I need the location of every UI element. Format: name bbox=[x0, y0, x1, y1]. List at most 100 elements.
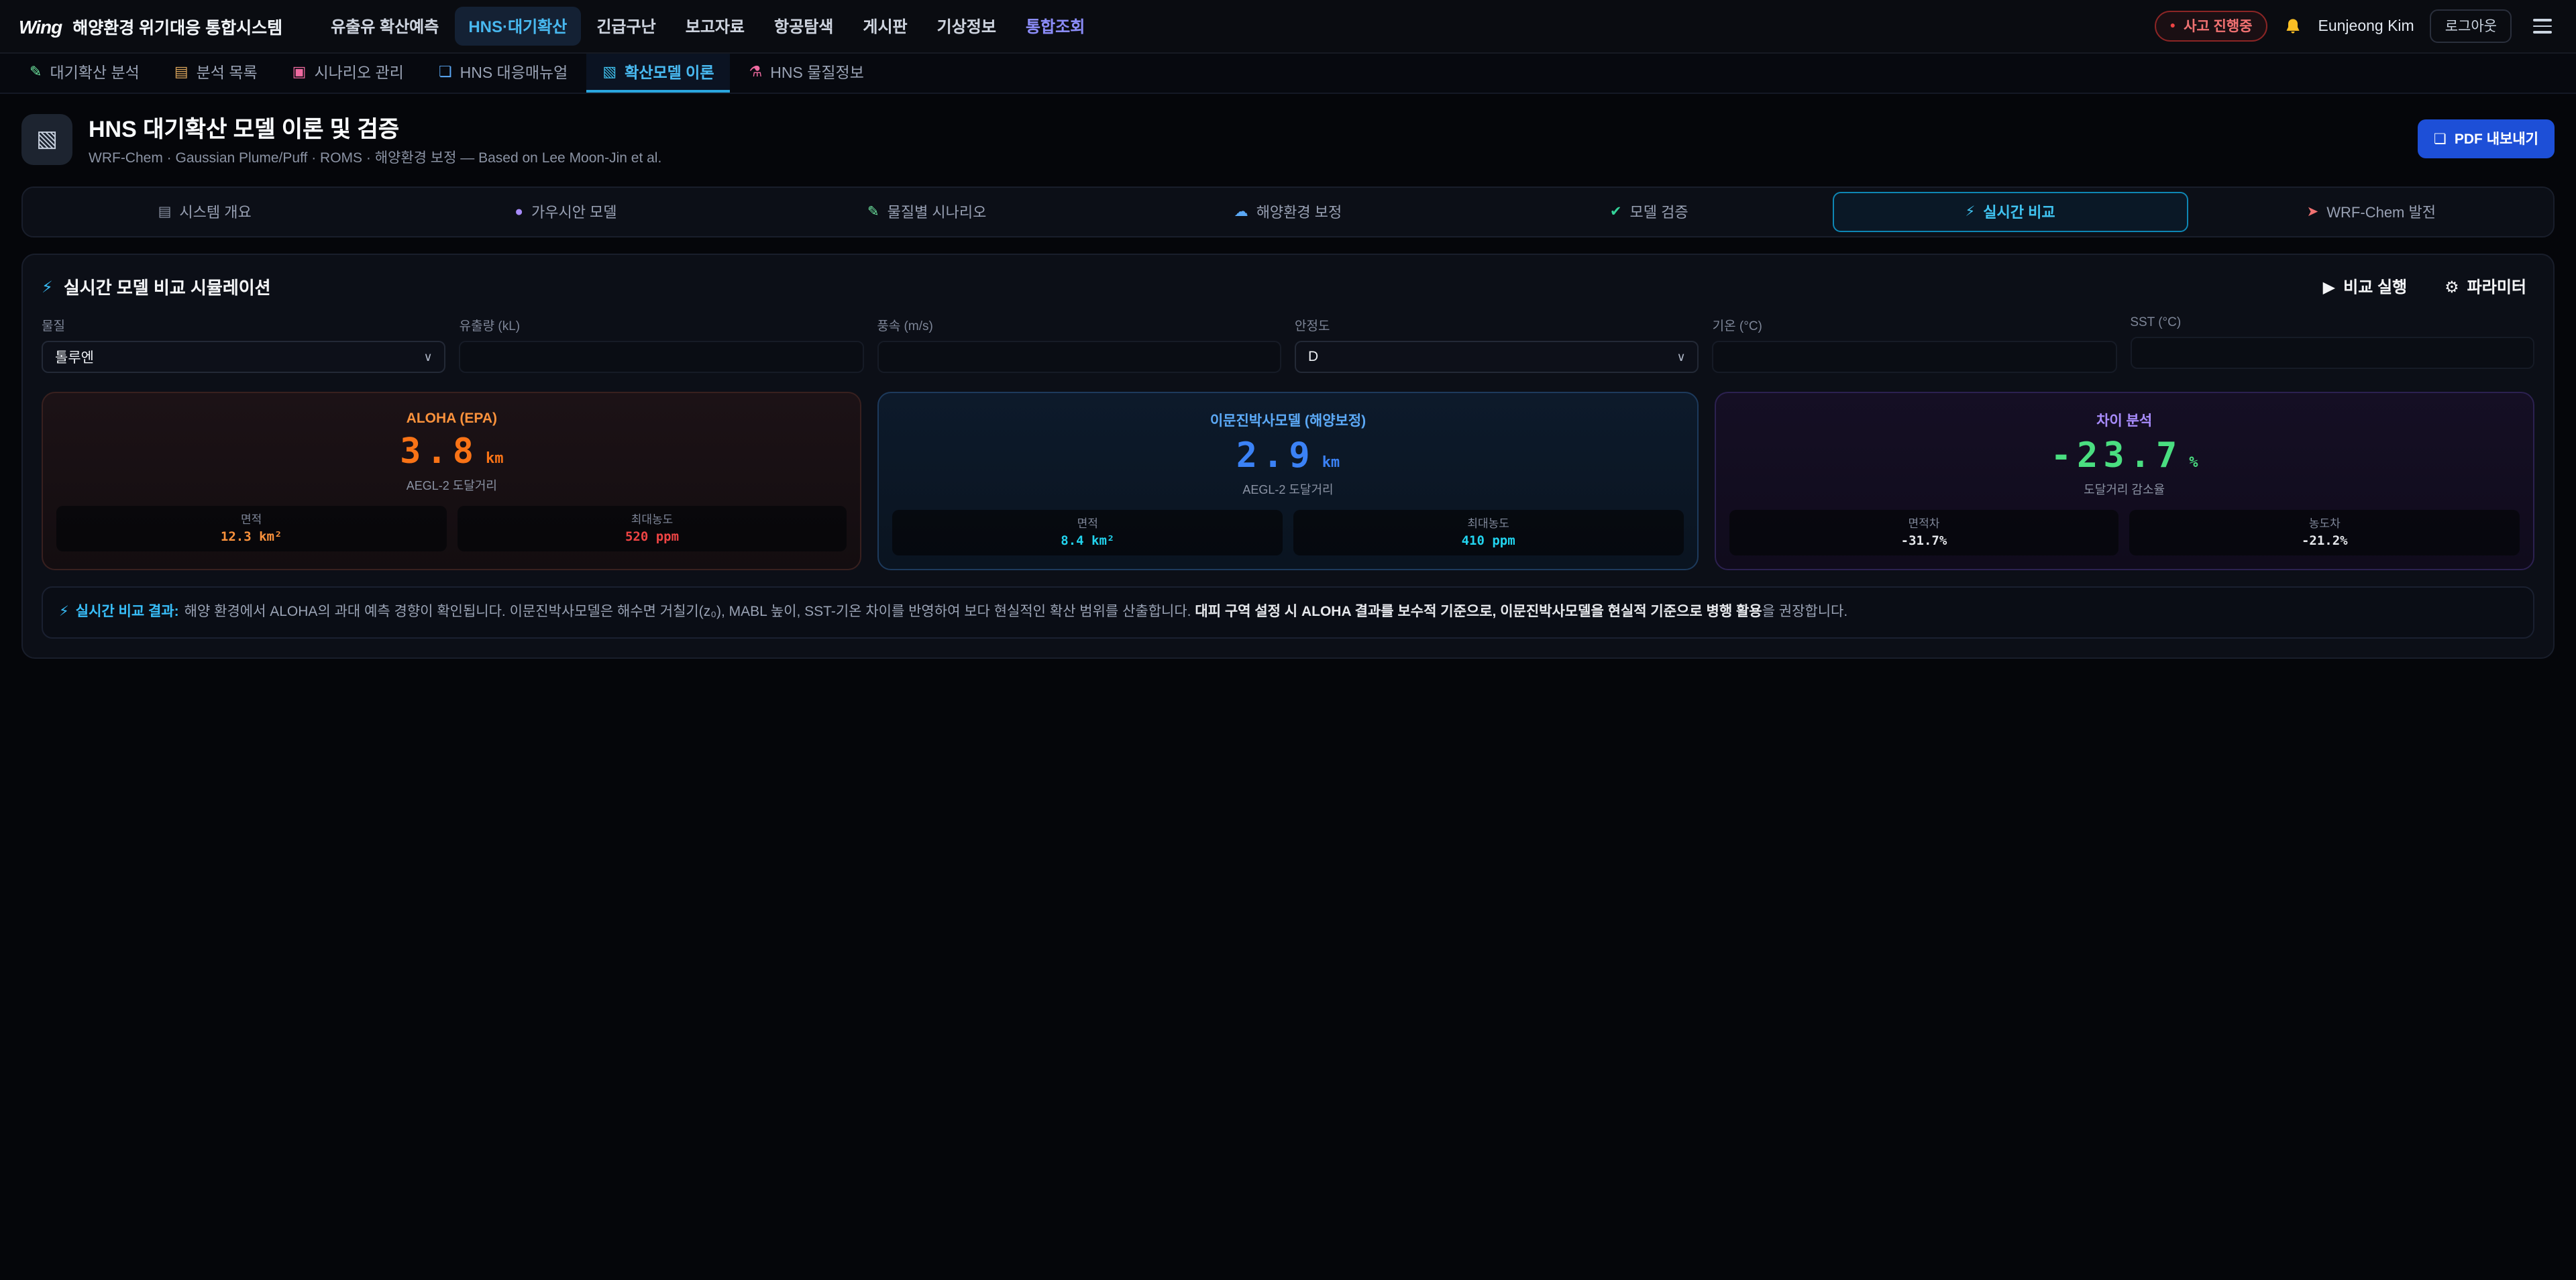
stat-max-concentration: 최대농도 520 ppm bbox=[457, 506, 847, 551]
page-chart-icon: ▧ bbox=[21, 113, 72, 164]
selected-value: D bbox=[1308, 349, 1318, 365]
card-unit: % bbox=[2189, 454, 2198, 471]
parameters-button[interactable]: ⚙ 파라미터 bbox=[2436, 274, 2534, 299]
note-body: 해양 환경에서 ALOHA의 과대 예측 경향이 확인됩니다. 이문진박사모델은… bbox=[184, 604, 1195, 620]
pencil-icon: ✎ bbox=[867, 204, 879, 220]
document-icon: ▤ bbox=[174, 63, 189, 81]
difference-analysis-card: 차이 분석 -23.7 % 도달거리 감소율 면적차 -31.7% 농도차 -2… bbox=[1714, 392, 2534, 570]
pdf-label: PDF 내보내기 bbox=[2455, 129, 2538, 149]
nav-item-hns-atmos[interactable]: HNS·대기확산 bbox=[455, 7, 580, 46]
tab-label: 실시간 비교 bbox=[1983, 201, 2055, 223]
field-stability: 안정도 D ∨ bbox=[1295, 315, 1699, 373]
tab-label: 모델 검증 bbox=[1630, 201, 1688, 223]
wind-speed-input[interactable] bbox=[877, 341, 1281, 373]
tab-label: 물질별 시나리오 bbox=[888, 201, 987, 223]
stat-label: 면적 bbox=[896, 515, 1280, 531]
logout-button[interactable]: 로그아웃 bbox=[2430, 9, 2512, 43]
subtab-hns-substance-info[interactable]: ⚗ HNS 물질정보 bbox=[733, 54, 880, 93]
subtab-analysis-list[interactable]: ▤ 분석 목록 bbox=[158, 54, 274, 93]
topnav-right: ● 사고 진행중 Eunjeong Kim 로그아웃 bbox=[2155, 9, 2557, 43]
subtab-scenario-management[interactable]: ▣ 시나리오 관리 bbox=[276, 54, 420, 93]
stability-select[interactable]: D ∨ bbox=[1295, 341, 1699, 373]
brand-title: 해양환경 위기대응 통합시스템 bbox=[72, 13, 282, 39]
subtab-label: 분석 목록 bbox=[197, 61, 258, 83]
substance-select[interactable]: 톨루엔 ∨ bbox=[42, 341, 446, 373]
panel-title-text: 실시간 모델 비교 시뮬레이션 bbox=[64, 274, 271, 299]
subtab-label: 확산모델 이론 bbox=[625, 61, 714, 83]
subtab-atmos-analysis[interactable]: ✎ 대기확산 분석 bbox=[13, 54, 156, 93]
field-wind-speed: 풍속 (m/s) bbox=[877, 315, 1281, 373]
note-emphasis: 대피 구역 설정 시 ALOHA 결과를 보수적 기준으로, 이문진박사모델을 … bbox=[1195, 604, 1762, 620]
tab-label: 시스템 개요 bbox=[179, 201, 251, 223]
run-label: 비교 실행 bbox=[2343, 275, 2407, 298]
pdf-export-button[interactable]: ❏ PDF 내보내기 bbox=[2418, 119, 2555, 158]
clipboard-icon: ▣ bbox=[292, 63, 307, 81]
cloud-icon: ☁ bbox=[1234, 204, 1248, 220]
incident-status-badge: ● 사고 진행중 bbox=[2155, 11, 2267, 42]
nav-item-integrated-search[interactable]: 통합조회 bbox=[1012, 7, 1098, 46]
card-title: 차이 분석 bbox=[1729, 411, 2520, 431]
card-stats: 면적 8.4 km² 최대농도 410 ppm bbox=[893, 510, 1684, 555]
pdf-icon: ❏ bbox=[2434, 131, 2447, 147]
stat-value: 520 ppm bbox=[460, 530, 844, 545]
field-spill-volume: 유출량 (kL) bbox=[460, 315, 864, 373]
air-temp-input[interactable] bbox=[1713, 341, 2117, 373]
tab-system-overview[interactable]: ▤ 시스템 개요 bbox=[27, 192, 382, 232]
nav-item-board[interactable]: 게시판 bbox=[849, 7, 920, 46]
field-label: 물질 bbox=[42, 315, 446, 334]
field-label: 안정도 bbox=[1295, 315, 1699, 334]
comparison-result-note: ⚡실시간 비교 결과:해양 환경에서 ALOHA의 과대 예측 경향이 확인됩니… bbox=[42, 586, 2534, 639]
nav-item-oil-spill[interactable]: 유출유 확산예측 bbox=[317, 7, 452, 46]
tab-gaussian-model[interactable]: ● 가우시안 모델 bbox=[388, 192, 743, 232]
card-value-row: 2.9 km bbox=[893, 436, 1684, 476]
field-label: SST (°C) bbox=[2130, 315, 2534, 330]
card-value: 2.9 bbox=[1236, 436, 1316, 476]
tab-model-validation[interactable]: ✔ 모델 검증 bbox=[1471, 192, 1827, 232]
card-stats: 면적 12.3 km² 최대농도 520 ppm bbox=[56, 506, 847, 551]
card-title: 이문진박사모델 (해양보정) bbox=[893, 411, 1684, 431]
play-icon: ▶ bbox=[2323, 277, 2335, 296]
stat-concentration-diff: 농도차 -21.2% bbox=[2130, 510, 2520, 555]
stat-area: 면적 8.4 km² bbox=[893, 510, 1283, 555]
card-subtitle: AEGL-2 도달거리 bbox=[56, 476, 847, 494]
chevron-down-icon: ∨ bbox=[1676, 350, 1685, 364]
subtab-diffusion-model-theory[interactable]: ▧ 확산모델 이론 bbox=[586, 54, 730, 93]
spill-volume-input[interactable] bbox=[460, 341, 864, 373]
notifications-bell-icon[interactable] bbox=[2284, 17, 2302, 36]
subtab-label: HNS 물질정보 bbox=[770, 61, 864, 83]
main-nav: 유출유 확산예측 HNS·대기확산 긴급구난 보고자료 항공탐색 게시판 기상정… bbox=[317, 7, 1098, 46]
run-comparison-button[interactable]: ▶ 비교 실행 bbox=[2315, 274, 2415, 299]
stat-value: 12.3 km² bbox=[59, 530, 443, 545]
tab-substance-scenarios[interactable]: ✎ 물질별 시나리오 bbox=[749, 192, 1105, 232]
card-unit: km bbox=[486, 449, 504, 467]
sst-input[interactable] bbox=[2130, 337, 2534, 369]
nav-item-rescue[interactable]: 긴급구난 bbox=[583, 7, 669, 46]
page-subtitle: WRF-Chem · Gaussian Plume/Puff · ROMS · … bbox=[89, 148, 661, 168]
subtab-label: 대기확산 분석 bbox=[50, 61, 139, 83]
stat-label: 면적차 bbox=[1731, 515, 2116, 531]
nav-item-weather[interactable]: 기상정보 bbox=[924, 7, 1010, 46]
book-icon: ❏ bbox=[439, 63, 452, 81]
model-card-lee-moonjin: 이문진박사모델 (해양보정) 2.9 km AEGL-2 도달거리 면적 8.4… bbox=[878, 392, 1699, 570]
tab-marine-correction[interactable]: ☁ 해양환경 보정 bbox=[1110, 192, 1466, 232]
card-value: 3.8 bbox=[400, 432, 479, 472]
subtab-hns-manual[interactable]: ❏ HNS 대응매뉴얼 bbox=[423, 54, 584, 93]
tab-wrf-chem[interactable]: ➤ WRF-Chem 발전 bbox=[2194, 192, 2549, 232]
top-navigation-bar: Wing 해양환경 위기대응 통합시스템 유출유 확산예측 HNS·대기확산 긴… bbox=[0, 0, 2576, 54]
user-name: Eunjeong Kim bbox=[2318, 18, 2414, 34]
section-tabs: ▤ 시스템 개요 ● 가우시안 모델 ✎ 물질별 시나리오 ☁ 해양환경 보정 … bbox=[21, 186, 2555, 237]
model-card-aloha: ALOHA (EPA) 3.8 km AEGL-2 도달거리 면적 12.3 k… bbox=[42, 392, 862, 570]
parameter-fields: 물질 톨루엔 ∨ 유출량 (kL) 풍속 (m/s) 안정도 D ∨ bbox=[42, 315, 2534, 373]
field-sst: SST (°C) bbox=[2130, 315, 2534, 373]
stat-area-diff: 면적차 -31.7% bbox=[1729, 510, 2118, 555]
check-icon: ✔ bbox=[1610, 204, 1622, 220]
nav-item-air-search[interactable]: 항공탐색 bbox=[761, 7, 847, 46]
panel-header: ⚡ 실시간 모델 비교 시뮬레이션 ▶ 비교 실행 ⚙ 파라미터 bbox=[42, 274, 2534, 299]
card-unit: km bbox=[1322, 454, 1340, 471]
comparison-cards: ALOHA (EPA) 3.8 km AEGL-2 도달거리 면적 12.3 k… bbox=[42, 392, 2534, 570]
menu-hamburger-icon[interactable] bbox=[2528, 13, 2557, 39]
tab-realtime-comparison[interactable]: ⚡ 실시간 비교 bbox=[1832, 192, 2188, 232]
nav-item-reports[interactable]: 보고자료 bbox=[672, 7, 758, 46]
gear-icon: ⚙ bbox=[2445, 277, 2459, 296]
lightning-icon: ⚡ bbox=[1966, 204, 1976, 220]
